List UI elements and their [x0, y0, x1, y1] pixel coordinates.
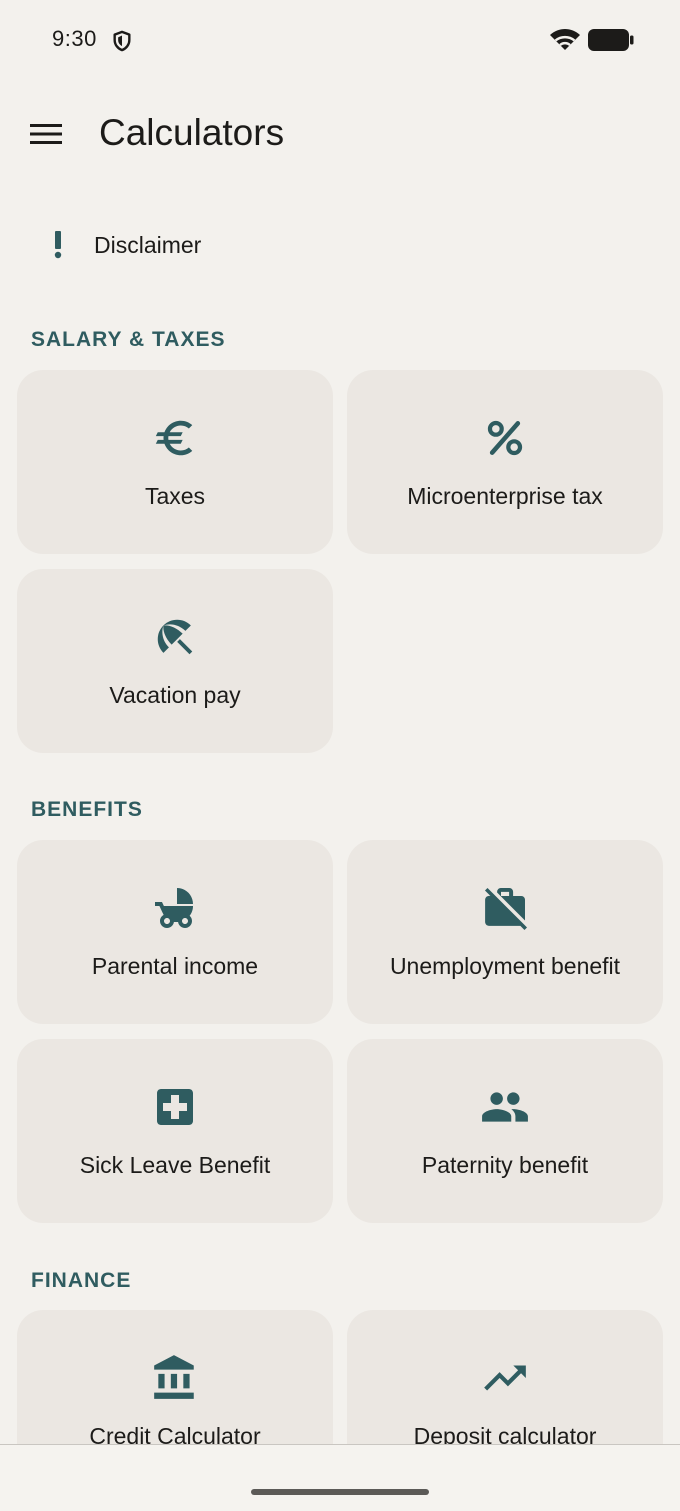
card-label: Sick Leave Benefit	[79, 1152, 271, 1178]
card-sick-leave-benefit[interactable]: Sick Leave Benefit	[17, 1039, 333, 1223]
card-label: Vacation pay	[109, 682, 241, 708]
card-label: Parental income	[91, 953, 259, 979]
card-vacation-pay[interactable]: Vacation pay	[17, 569, 333, 753]
card-taxes[interactable]: Taxes	[17, 370, 333, 554]
card-parental-income[interactable]: Parental income	[17, 840, 333, 1024]
card-microenterprise-tax[interactable]: Microenterprise tax	[347, 370, 663, 554]
beach-umbrella-icon	[157, 619, 193, 655]
medical-cross-icon	[157, 1089, 193, 1125]
card-unemployment-benefit[interactable]: Unemployment benefit	[347, 840, 663, 1024]
section-header-benefits: BENEFITS	[31, 798, 143, 821]
people-icon	[482, 1092, 528, 1122]
gesture-nav-bar	[0, 1444, 680, 1511]
work-off-icon	[484, 887, 527, 930]
card-label: Taxes	[144, 483, 206, 509]
menu-button[interactable]	[18, 106, 74, 162]
app-bar: Calculators	[0, 82, 680, 184]
card-label: Unemployment benefit	[389, 953, 621, 979]
disclaimer-label: Disclaimer	[94, 231, 202, 258]
card-label: Microenterprise tax	[407, 483, 603, 509]
home-handle[interactable]	[251, 1489, 429, 1495]
page-title: Calculators	[99, 112, 285, 153]
shield-icon	[113, 30, 131, 52]
section-header-salary-taxes: SALARY & TAXES	[31, 328, 226, 351]
card-label: Paternity benefit	[421, 1152, 589, 1178]
hamburger-menu-icon	[30, 124, 62, 144]
section-header-finance: FINANCE	[31, 1269, 132, 1292]
bank-icon	[154, 1355, 194, 1399]
euro-icon	[155, 420, 193, 456]
disclaimer-item[interactable]: Disclaimer	[22, 212, 658, 278]
calculators-screen: 9:30 Calculators Disclaimer SALARY & TAX…	[0, 0, 680, 1511]
stroller-icon	[155, 888, 193, 928]
battery-icon	[588, 29, 634, 51]
status-bar: 9:30	[0, 0, 680, 80]
status-time: 9:30	[52, 26, 97, 51]
priority-high-icon	[22, 212, 94, 278]
percent-icon	[487, 420, 523, 456]
wifi-icon	[550, 29, 580, 50]
trending-up-icon	[484, 1365, 526, 1391]
card-paternity-benefit[interactable]: Paternity benefit	[347, 1039, 663, 1223]
